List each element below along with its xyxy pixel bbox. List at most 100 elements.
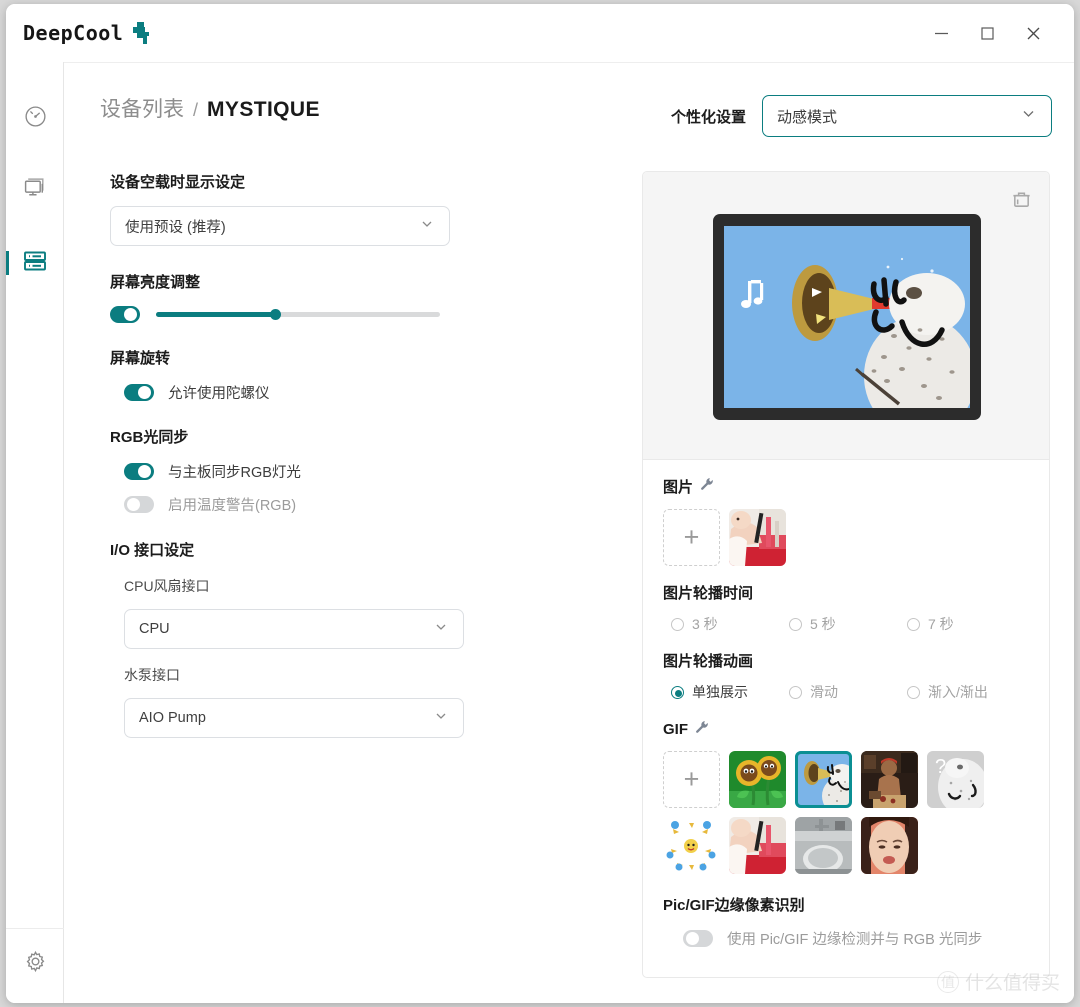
image-thumb-child-piano[interactable] bbox=[729, 509, 786, 566]
sidebar-item-device-list[interactable] bbox=[6, 234, 64, 292]
wrench-icon[interactable] bbox=[700, 477, 714, 496]
pump-select[interactable]: AIO Pump bbox=[124, 698, 464, 738]
app-window: DeepCool 设备列表 / MYSTIQUE 个性化设置 动感模式 设备空载… bbox=[6, 4, 1074, 1003]
brightness-slider[interactable] bbox=[156, 309, 440, 320]
gif-thumb-emoji-burst[interactable] bbox=[663, 817, 720, 874]
mb-sync-row: 与主板同步RGB灯光 bbox=[124, 461, 530, 482]
io-title: I/O 接口设定 bbox=[110, 542, 195, 559]
edge-detect-label: 使用 Pic/GIF 边缘检测并与 RGB 光同步 bbox=[727, 932, 983, 948]
brightness-title: 屏幕亮度调整 bbox=[110, 274, 201, 291]
personalization-row: 个性化设置 动感模式 bbox=[671, 95, 1052, 137]
carousel-anim-options: 单独展示 滑动 渐入/渐出 bbox=[671, 682, 1029, 702]
minimize-button[interactable] bbox=[918, 4, 964, 62]
gyro-label: 允许使用陀螺仪 bbox=[168, 386, 270, 402]
cpu-fan-value: CPU bbox=[139, 621, 170, 637]
gyro-toggle[interactable] bbox=[124, 384, 154, 401]
mb-sync-label: 与主板同步RGB灯光 bbox=[168, 465, 301, 481]
gif-thumb-woman-face[interactable] bbox=[861, 817, 918, 874]
radio-icon bbox=[671, 685, 684, 699]
title-bar: DeepCool bbox=[6, 4, 1074, 62]
images-section-header: 图片 bbox=[663, 476, 1029, 497]
trash-icon[interactable] bbox=[1011, 189, 1032, 215]
chevron-down-icon bbox=[433, 619, 449, 640]
gif-title: GIF bbox=[663, 721, 688, 738]
temp-warn-row: 启用温度警告(RGB) bbox=[124, 494, 530, 515]
sidebar-item-settings[interactable] bbox=[6, 935, 64, 993]
carousel-anim-label-single: 单独展示 bbox=[692, 684, 748, 700]
radio-icon bbox=[789, 685, 802, 699]
mb-sync-toggle[interactable] bbox=[124, 463, 154, 480]
idle-display-title: 设备空载时显示设定 bbox=[110, 174, 246, 191]
gif-thumbnails: + ? bbox=[663, 751, 1023, 874]
preview-image-owl-trumpet bbox=[724, 226, 970, 408]
edge-detect-toggle[interactable] bbox=[683, 930, 713, 947]
idle-display-select[interactable]: 使用预设 (推荐) bbox=[110, 206, 450, 246]
maximize-button[interactable] bbox=[964, 4, 1010, 62]
close-button[interactable] bbox=[1010, 4, 1056, 62]
watermark-badge: 值 bbox=[936, 970, 959, 993]
gif-thumb-sink[interactable] bbox=[795, 817, 852, 874]
rgb-sync-title: RGB光同步 bbox=[110, 429, 189, 446]
radio-icon bbox=[907, 685, 920, 699]
window-controls bbox=[918, 4, 1074, 62]
sidebar bbox=[6, 62, 64, 1003]
personalization-select[interactable]: 动感模式 bbox=[762, 95, 1052, 137]
carousel-anim-option-slide[interactable]: 滑动 bbox=[789, 682, 907, 702]
gif-thumb-owl-trumpet[interactable] bbox=[795, 751, 852, 808]
device-list-icon bbox=[22, 248, 48, 279]
edge-detect-row: 使用 Pic/GIF 边缘检测并与 RGB 光同步 bbox=[683, 928, 1029, 949]
gif-thumb-child-piano[interactable] bbox=[729, 817, 786, 874]
carousel-time-label-3s: 3 秒 bbox=[692, 616, 718, 632]
brand-logo: DeepCool bbox=[23, 20, 158, 46]
svg-text:?: ? bbox=[935, 756, 946, 778]
add-gif-button[interactable]: + bbox=[663, 751, 720, 808]
carousel-anim-label-fade: 渐入/渐出 bbox=[928, 684, 988, 700]
breadcrumb-parent[interactable]: 设备列表 bbox=[100, 93, 184, 123]
carousel-time-options: 3 秒 5 秒 7 秒 bbox=[671, 614, 1029, 634]
gauge-icon bbox=[23, 104, 48, 134]
carousel-anim-title: 图片轮播动画 bbox=[663, 653, 754, 670]
monitor-icon bbox=[23, 176, 48, 206]
display-content-panel: 图片 + 图片轮播时间 3 秒 5 秒 7 秒 图片轮播动画 单独展示 滑动 渐… bbox=[642, 171, 1050, 978]
gif-thumb-man-kitchen[interactable] bbox=[861, 751, 918, 808]
wrench-icon[interactable] bbox=[695, 720, 709, 739]
carousel-time-option-3s[interactable]: 3 秒 bbox=[671, 614, 789, 634]
chevron-down-icon bbox=[1020, 105, 1037, 127]
watermark: 值 什么值得买 bbox=[936, 968, 1060, 995]
cpu-fan-label: CPU风扇接口 bbox=[124, 578, 210, 594]
device-preview bbox=[643, 172, 1049, 460]
carousel-time-title: 图片轮播时间 bbox=[663, 585, 754, 602]
carousel-time-option-5s[interactable]: 5 秒 bbox=[789, 614, 907, 634]
panel-body: 图片 + 图片轮播时间 3 秒 5 秒 7 秒 图片轮播动画 单独展示 滑动 渐… bbox=[643, 460, 1049, 949]
edge-detect-title: Pic/GIF边缘像素识别 bbox=[663, 897, 805, 914]
chevron-down-icon bbox=[419, 216, 435, 237]
device-settings-column: 设备空载时显示设定 使用预设 (推荐) 屏幕亮度调整 屏幕旋转 允许使用陀螺仪 … bbox=[110, 171, 530, 738]
rotation-title: 屏幕旋转 bbox=[110, 350, 171, 367]
sidebar-item-dashboard[interactable] bbox=[6, 90, 64, 148]
carousel-time-label-7s: 7 秒 bbox=[928, 616, 954, 632]
brand-name: DeepCool bbox=[23, 21, 124, 45]
carousel-time-label-5s: 5 秒 bbox=[810, 616, 836, 632]
gif-thumb-sunflower[interactable] bbox=[729, 751, 786, 808]
main-content: 设备列表 / MYSTIQUE 个性化设置 动感模式 设备空载时显示设定 使用预… bbox=[64, 62, 1074, 1003]
add-image-button[interactable]: + bbox=[663, 509, 720, 566]
brightness-toggle[interactable] bbox=[110, 306, 140, 323]
gyro-row: 允许使用陀螺仪 bbox=[124, 382, 530, 403]
gif-thumb-owl-question[interactable]: ? bbox=[927, 751, 984, 808]
temp-warn-label: 启用温度警告(RGB) bbox=[168, 498, 297, 514]
images-title: 图片 bbox=[663, 479, 694, 496]
carousel-anim-label-slide: 滑动 bbox=[810, 684, 838, 700]
sidebar-item-monitor[interactable] bbox=[6, 162, 64, 220]
carousel-anim-option-single[interactable]: 单独展示 bbox=[671, 682, 789, 702]
temp-warn-toggle[interactable] bbox=[124, 496, 154, 513]
carousel-anim-option-fade[interactable]: 渐入/渐出 bbox=[907, 682, 1025, 702]
pump-label: 水泵接口 bbox=[124, 667, 180, 683]
deepcool-mark-icon bbox=[132, 20, 158, 46]
idle-display-value: 使用预设 (推荐) bbox=[125, 219, 226, 236]
cpu-fan-select[interactable]: CPU bbox=[124, 609, 464, 649]
radio-icon bbox=[789, 617, 802, 631]
radio-icon bbox=[907, 617, 920, 631]
carousel-time-option-7s[interactable]: 7 秒 bbox=[907, 614, 1025, 634]
gear-icon bbox=[23, 949, 48, 979]
gif-section-header: GIF bbox=[663, 720, 1029, 739]
